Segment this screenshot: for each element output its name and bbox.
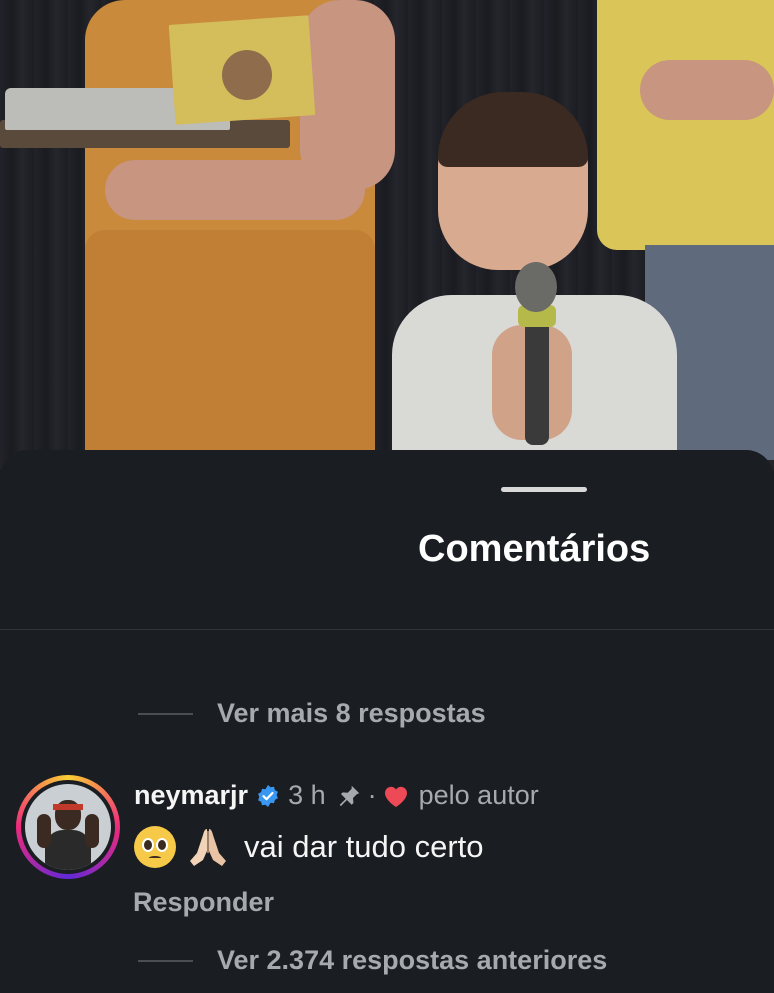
video-frame[interactable] — [0, 0, 774, 470]
comment-body: vai dar tudo certo — [134, 825, 484, 869]
avatar-gap — [21, 780, 115, 874]
header-divider — [0, 629, 774, 630]
view-previous-replies-label: Ver 2.374 respostas anteriores — [217, 945, 608, 975]
avatar-person-arm-right — [85, 814, 99, 848]
view-previous-replies-button[interactable]: Ver 2.374 respostas anteriores — [138, 945, 607, 976]
avatar-person-arm-left — [37, 814, 51, 848]
verified-badge-icon — [258, 784, 278, 807]
comments-sheet: Comentários Ver mais 8 respostas neymarj… — [0, 450, 774, 993]
pin-icon — [339, 785, 359, 806]
card-illustration — [222, 50, 272, 100]
comment-time: 3 h — [288, 780, 326, 810]
meta-separator: · — [367, 780, 377, 810]
reply-thread-line — [138, 712, 193, 715]
folded-hands-emoji — [190, 829, 226, 866]
emoji-eye-right — [156, 838, 168, 852]
microphone-head — [515, 262, 557, 312]
comment-username[interactable]: neymarjr — [134, 780, 248, 811]
girl-dress-shade — [85, 230, 375, 450]
view-more-replies-button[interactable]: Ver mais 8 respostas — [138, 698, 486, 729]
heart-icon — [384, 786, 407, 807]
girl-forearm — [105, 160, 365, 220]
person-yellow-shirt — [597, 0, 774, 250]
reply-thread-line — [138, 959, 193, 962]
person-arm — [640, 60, 774, 120]
avatar — [25, 784, 111, 870]
sheet-grabber[interactable] — [501, 487, 587, 492]
emoji-mouth — [149, 856, 161, 860]
comment-text: vai dar tudo certo — [244, 829, 484, 864]
pleading-face-emoji — [134, 826, 176, 868]
emoji-eye-left — [142, 838, 154, 852]
avatar-story-ring[interactable] — [16, 775, 120, 879]
comment-header: neymarjr 3 h · pelo autor — [134, 780, 539, 811]
view-more-replies-label: Ver mais 8 respostas — [217, 698, 486, 728]
sheet-title: Comentários — [418, 528, 651, 570]
avatar-headband — [53, 804, 83, 810]
reply-button[interactable]: Responder — [133, 887, 274, 918]
liked-by-author-label: pelo autor — [418, 780, 539, 810]
